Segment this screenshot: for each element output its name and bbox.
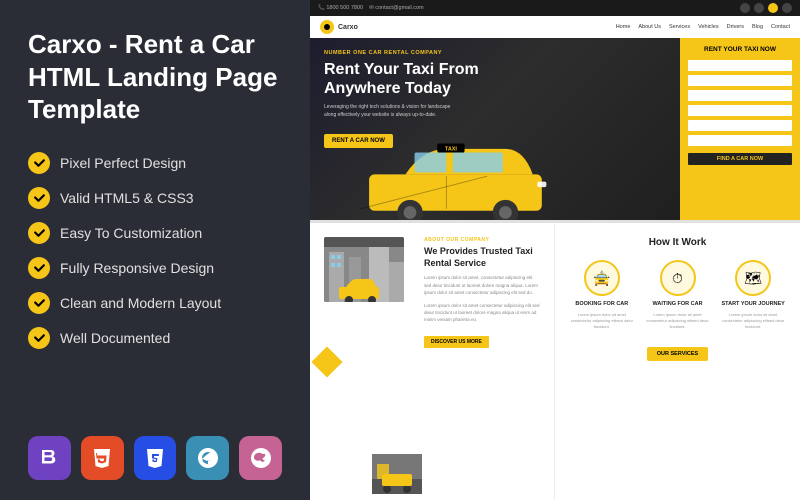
left-panel: Carxo - Rent a Car HTML Landing Page Tem… <box>0 0 310 500</box>
list-item: Valid HTML5 & CSS3 <box>28 187 282 209</box>
hiw-step-2: ⏱ WAITING FOR CAR Lorem ipsum dolor sit … <box>645 260 711 330</box>
badge-bootstrap <box>28 436 71 480</box>
check-icon <box>28 292 50 314</box>
hiw-btn-row: OUR SERVICES <box>569 342 786 361</box>
preview-hero: 📞 1800 500 7800 ✉ contact@gmail.com Carx… <box>310 0 800 220</box>
booking-form: RENT YOUR TAXI NOW FIND A CAR NOW <box>680 38 800 220</box>
check-icon <box>28 187 50 209</box>
list-item: Well Documented <box>28 327 282 349</box>
hiw-icon-journey: 🗺 <box>735 260 771 296</box>
topbar-phone: 📞 1800 500 7800 <box>318 5 363 11</box>
topbar-social <box>740 3 792 13</box>
feature-list: Pixel Perfect Design Valid HTML5 & CSS3 … <box>28 152 282 362</box>
about-title: We Provides Trusted Taxi Rental Service <box>424 246 540 269</box>
hiw-step-3-desc: Lorem ipsum dolor sit amet consectetur a… <box>720 312 786 330</box>
form-pickup[interactable] <box>688 60 792 71</box>
list-item: Easy To Customization <box>28 222 282 244</box>
form-title: RENT YOUR TAXI NOW <box>688 46 792 53</box>
howitworks-section: How It Work 🚖 BOOKING FOR CAR Lorem ipsu… <box>555 223 800 500</box>
badge-sass <box>239 436 282 480</box>
check-icon <box>28 257 50 279</box>
about-image-main <box>324 237 404 302</box>
list-item: Fully Responsive Design <box>28 257 282 279</box>
social-yt <box>768 3 778 13</box>
form-drop-date[interactable] <box>688 105 792 116</box>
about-text: ABOUT OUR COMPANY We Provides Trusted Ta… <box>424 237 540 486</box>
form-drop[interactable] <box>688 75 792 86</box>
hiw-step-1: 🚖 BOOKING FOR CAR Lorem ipsum dolor sit … <box>569 260 635 330</box>
nav-drivers[interactable]: Drivers <box>727 24 744 30</box>
about-desc-1: Lorem ipsum dolor sit amet, consectetur … <box>424 274 540 296</box>
hiw-step-2-title: WAITING FOR CAR <box>652 301 702 307</box>
form-vehicle-type[interactable] <box>688 135 792 146</box>
svg-text:TAXI: TAXI <box>445 147 457 153</box>
badge-html5 <box>81 436 124 480</box>
about-yellow-shape <box>311 346 342 377</box>
hero-left: Number One Car Rental Company Rent Your … <box>310 38 680 220</box>
about-image-small <box>369 451 419 491</box>
nav-services[interactable]: Services <box>669 24 690 30</box>
form-submit-button[interactable]: FIND A CAR NOW <box>688 153 792 165</box>
list-item: Clean and Modern Layout <box>28 292 282 314</box>
check-icon <box>28 222 50 244</box>
social-in <box>782 3 792 13</box>
nav-contact[interactable]: Contact <box>771 24 790 30</box>
about-cta-button[interactable]: DISCOVER US MORE <box>424 336 489 348</box>
topbar-email: ✉ contact@gmail.com <box>369 5 424 11</box>
hero-tag: Number One Car Rental Company <box>324 50 666 56</box>
nav-about[interactable]: About Us <box>638 24 661 30</box>
hero-title: Rent Your Taxi FromAnywhere Today <box>324 60 666 98</box>
hiw-title: How It Work <box>569 237 786 248</box>
hero-content: Number One Car Rental Company Rent Your … <box>310 38 800 220</box>
list-item: Pixel Perfect Design <box>28 152 282 174</box>
page-title: Carxo - Rent a Car HTML Landing Page Tem… <box>28 28 282 126</box>
logo-text: Carxo <box>338 24 358 31</box>
right-panel: 📞 1800 500 7800 ✉ contact@gmail.com Carx… <box>310 0 800 500</box>
badge-css3 <box>134 436 177 480</box>
about-desc-2: Lorem ipsum dolor sit amet consectetur a… <box>424 302 540 324</box>
about-tag: ABOUT OUR COMPANY <box>424 237 540 243</box>
hiw-step-2-desc: Lorem ipsum dolor sit amet consectetur a… <box>645 312 711 330</box>
hiw-step-1-title: BOOKING FOR CAR <box>575 301 628 307</box>
nav-vehicles[interactable]: Vehicles <box>698 24 719 30</box>
form-pickup-date[interactable] <box>688 90 792 101</box>
social-tw <box>754 3 764 13</box>
hiw-icon-waiting: ⏱ <box>660 260 696 296</box>
check-icon <box>28 327 50 349</box>
mini-navbar: Carxo Home About Us Services Vehicles Dr… <box>310 16 800 38</box>
nav-links: Home About Us Services Vehicles Drivers … <box>616 24 790 30</box>
nav-blog[interactable]: Blog <box>752 24 763 30</box>
check-icon <box>28 152 50 174</box>
about-section: ABOUT OUR COMPANY We Provides Trusted Ta… <box>310 223 555 500</box>
hiw-step-3: 🗺 START YOUR JOURNEY Lorem ipsum dolor s… <box>720 260 786 330</box>
tech-badges <box>28 426 282 480</box>
hero-subtitle: Leveraging the right tech solutions & vi… <box>324 104 464 119</box>
logo: Carxo <box>320 20 358 34</box>
nav-home[interactable]: Home <box>616 24 631 30</box>
hiw-cta-button[interactable]: OUR SERVICES <box>647 347 708 361</box>
hiw-step-3-title: START YOUR JOURNEY <box>721 301 784 307</box>
preview-bottom: ABOUT OUR COMPANY We Provides Trusted Ta… <box>310 223 800 500</box>
hiw-steps: 🚖 BOOKING FOR CAR Lorem ipsum dolor sit … <box>569 260 786 330</box>
hiw-step-1-desc: Lorem ipsum dolor sit amet consectetur a… <box>569 312 635 330</box>
mini-topbar: 📞 1800 500 7800 ✉ contact@gmail.com <box>310 0 800 16</box>
badge-curl <box>186 436 229 480</box>
logo-icon <box>320 20 334 34</box>
social-fb <box>740 3 750 13</box>
form-persons[interactable] <box>688 120 792 131</box>
about-image-wrap <box>324 237 414 486</box>
hiw-icon-booking: 🚖 <box>584 260 620 296</box>
